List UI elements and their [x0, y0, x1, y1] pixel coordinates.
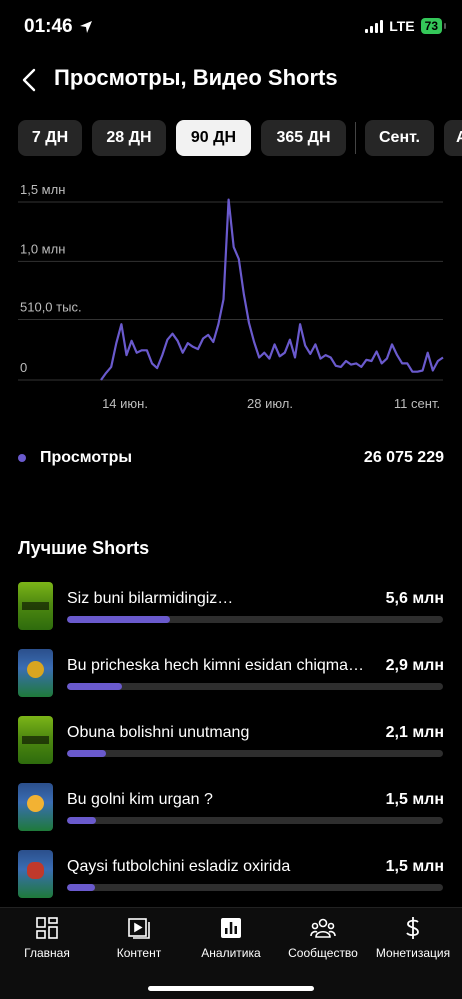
battery-icon: 73	[420, 18, 447, 34]
top-shorts-title: Лучшие Shorts	[18, 538, 150, 558]
short-item[interactable]: Bu pricheska hech kimni esidan chiqma… 2…	[0, 645, 462, 701]
back-arrow-icon[interactable]	[18, 64, 46, 96]
period-chip-28d[interactable]: 28 ДН	[92, 120, 166, 156]
analytics-bars-icon	[221, 918, 241, 938]
y-tick-label: 0	[20, 360, 27, 375]
x-tick-label: 14 июн.	[102, 396, 148, 411]
page-title: Просмотры, Видео Shorts	[54, 65, 338, 90]
nav-home-label: Главная	[24, 946, 70, 960]
nav-community[interactable]: Сообщество	[277, 916, 369, 966]
home-grid-icon	[36, 917, 58, 939]
nav-content-label: Контент	[116, 946, 162, 960]
line-chart: 1,5 млн 1,0 млн 510,0 тыс. 0 14 июн. 28 июл. 1…	[18, 182, 444, 411]
y-tick-label: 510,0 тыс.	[20, 299, 82, 314]
views-chart: 1,5 млн 1,0 млн 510,0 тыс. 0 14 июн. 28 июл. 1…	[0, 180, 462, 420]
short-share-bar	[67, 817, 443, 824]
short-views: 1,5 млн	[385, 791, 444, 808]
chip-divider	[355, 122, 356, 154]
short-share-fill	[67, 817, 96, 824]
short-views: 1,5 млн	[385, 858, 444, 875]
signal-icon	[365, 19, 384, 33]
bottom-nav: Главная Контент Аналитика Сообщество Мон…	[0, 907, 462, 999]
period-chip-next[interactable]: А	[444, 120, 462, 156]
short-thumbnail	[18, 850, 53, 898]
short-share-bar	[67, 683, 443, 690]
network-label: LTE	[389, 18, 415, 34]
short-views: 5,6 млн	[385, 590, 444, 607]
short-item[interactable]: Siz buni bilarmidingiz… 5,6 млн	[0, 578, 462, 634]
nav-community-label: Сообщество	[288, 946, 358, 960]
nav-monetization[interactable]: Монетизация	[367, 916, 459, 966]
x-tick-label: 11 сент.	[394, 396, 440, 411]
short-title: Qaysi futbolchini esladiz oxirida	[67, 858, 291, 875]
nav-home[interactable]: Главная	[1, 916, 93, 966]
location-arrow-icon	[79, 21, 92, 33]
short-title: Obuna bolishni unutmang	[67, 724, 250, 741]
short-views: 2,1 млн	[385, 724, 444, 741]
short-thumbnail	[18, 716, 53, 764]
period-chip-sept[interactable]: Сент.	[365, 120, 434, 156]
short-item[interactable]: Obuna bolishni unutmang 2,1 млн	[0, 712, 462, 768]
short-thumbnail	[18, 783, 53, 831]
status-bar: 01:46 LTE 73	[0, 0, 462, 56]
short-share-bar	[67, 884, 443, 891]
short-share-bar	[67, 750, 443, 757]
period-selector: 7 ДН 28 ДН 90 ДН 365 ДН Сент. А	[0, 120, 462, 158]
content-play-icon	[128, 918, 150, 939]
y-tick-label: 1,0 млн	[20, 241, 65, 256]
status-time: 01:46	[24, 16, 93, 38]
nav-analytics[interactable]: Аналитика	[185, 916, 277, 966]
period-chip-365d[interactable]: 365 ДН	[261, 120, 346, 156]
x-tick-label: 28 июл.	[247, 396, 293, 411]
nav-content[interactable]: Контент	[93, 916, 185, 966]
short-share-bar	[67, 616, 443, 623]
total-views: 26 075 229	[363, 449, 444, 466]
home-indicator	[148, 986, 314, 991]
short-title: Bu golni kim urgan ?	[67, 791, 213, 808]
short-item[interactable]: Bu golni kim urgan ? 1,5 млн	[0, 779, 462, 835]
short-title: Bu pricheska hech kimni esidan chiqma…	[67, 657, 365, 674]
y-tick-label: 1,5 млн	[20, 182, 65, 197]
nav-monetization-label: Монетизация	[375, 946, 451, 960]
short-share-fill	[67, 616, 171, 623]
period-chip-7d[interactable]: 7 ДН	[18, 120, 82, 156]
short-views: 2,9 млн	[385, 657, 444, 674]
chart-legend: Просмотры 26 075 229	[18, 444, 444, 472]
short-thumbnail	[18, 582, 53, 630]
legend-label: Просмотры	[40, 449, 133, 466]
short-share-fill	[67, 750, 107, 757]
short-title: Siz buni bilarmidingiz…	[67, 590, 234, 607]
clock-text: 01:46	[24, 16, 73, 37]
period-chip-90d[interactable]: 90 ДН	[176, 120, 251, 156]
nav-analytics-label: Аналитика	[201, 946, 261, 960]
community-people-icon	[310, 918, 336, 938]
views-series-line	[100, 198, 444, 381]
header: Просмотры, Видео Shorts	[0, 60, 462, 100]
short-share-fill	[67, 884, 95, 891]
short-thumbnail	[18, 649, 53, 697]
legend-dot	[18, 454, 26, 462]
short-share-fill	[67, 683, 122, 690]
dollar-icon	[406, 917, 419, 939]
short-item[interactable]: Qaysi futbolchini esladiz oxirida 1,5 мл…	[0, 846, 462, 902]
